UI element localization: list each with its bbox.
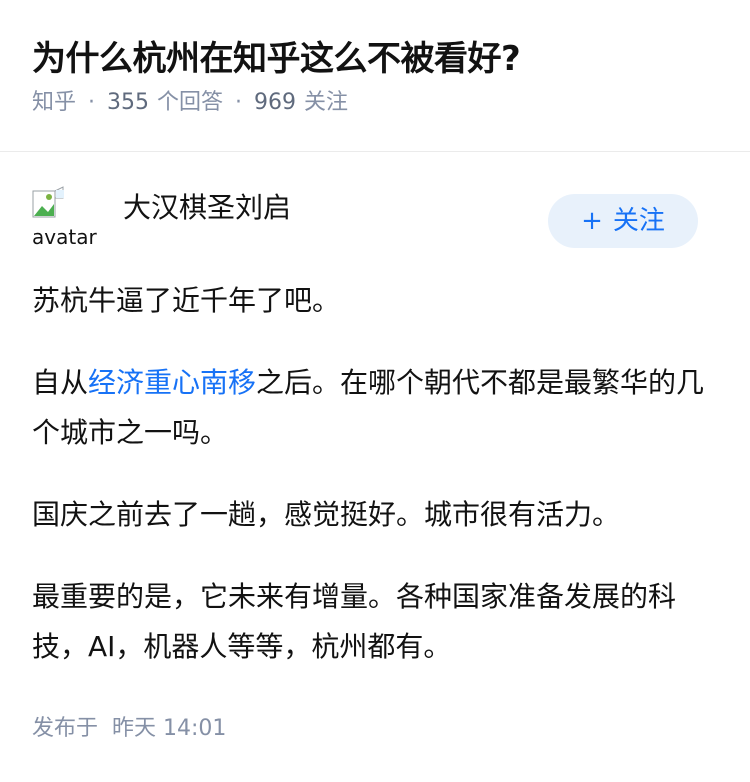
meta-separator: · (235, 90, 243, 115)
answer-card: avatar 大汉棋圣刘启 + 关注 苏杭牛逼了近千年了吧。 自从经济重心南移之后… (0, 186, 750, 744)
publish-timestamp: 昨天 14:01 (112, 716, 227, 741)
question-header: 为什么杭州在知乎这么不被看好? 知乎 · 355 个回答 · 969 关注 (0, 0, 750, 115)
avatar[interactable]: avatar (32, 186, 98, 252)
follow-count: 969 (254, 90, 297, 115)
source-label[interactable]: 知乎 (32, 88, 76, 118)
paragraph: 国庆之前去了一趟，感觉挺好。城市很有活力。 (32, 498, 621, 531)
question-meta: 知乎 · 355 个回答 · 969 关注 (32, 88, 718, 118)
publish-label: 发布于 (32, 716, 99, 741)
publish-time: 发布于 昨天 14:01 (32, 714, 718, 744)
author-name[interactable]: 大汉棋圣刘启 (123, 190, 291, 226)
paragraph-text: 自从 (32, 366, 89, 399)
broken-image-icon (32, 186, 64, 218)
meta-separator: · (88, 90, 96, 115)
follow-button[interactable]: + 关注 (548, 194, 698, 248)
follow-count-label: 关注 (304, 90, 349, 115)
answer-count: 355 (107, 90, 150, 115)
follow-button-label: 关注 (612, 206, 665, 236)
paragraph: 最重要的是，它未来有增量。各种国家准备发展的科技，AI，机器人等等，杭州都有。 (32, 580, 677, 663)
author-row: avatar 大汉棋圣刘启 + 关注 (32, 186, 718, 266)
plus-icon: + (581, 206, 603, 236)
avatar-alt-text: avatar (32, 225, 97, 249)
keyword-link[interactable]: 经济重心南移 (88, 366, 256, 399)
section-divider (0, 151, 750, 152)
answer-count-label: 个回答 (157, 90, 224, 115)
paragraph: 自从经济重心南移之后。在哪个朝代不都是最繁华的几个城市之一吗。 (32, 358, 718, 458)
paragraph: 苏杭牛逼了近千年了吧。 (32, 284, 341, 317)
question-title[interactable]: 为什么杭州在知乎这么不被看好? (32, 36, 718, 82)
answer-content: 苏杭牛逼了近千年了吧。 自从经济重心南移之后。在哪个朝代不都是最繁华的几个城市之… (32, 276, 718, 672)
